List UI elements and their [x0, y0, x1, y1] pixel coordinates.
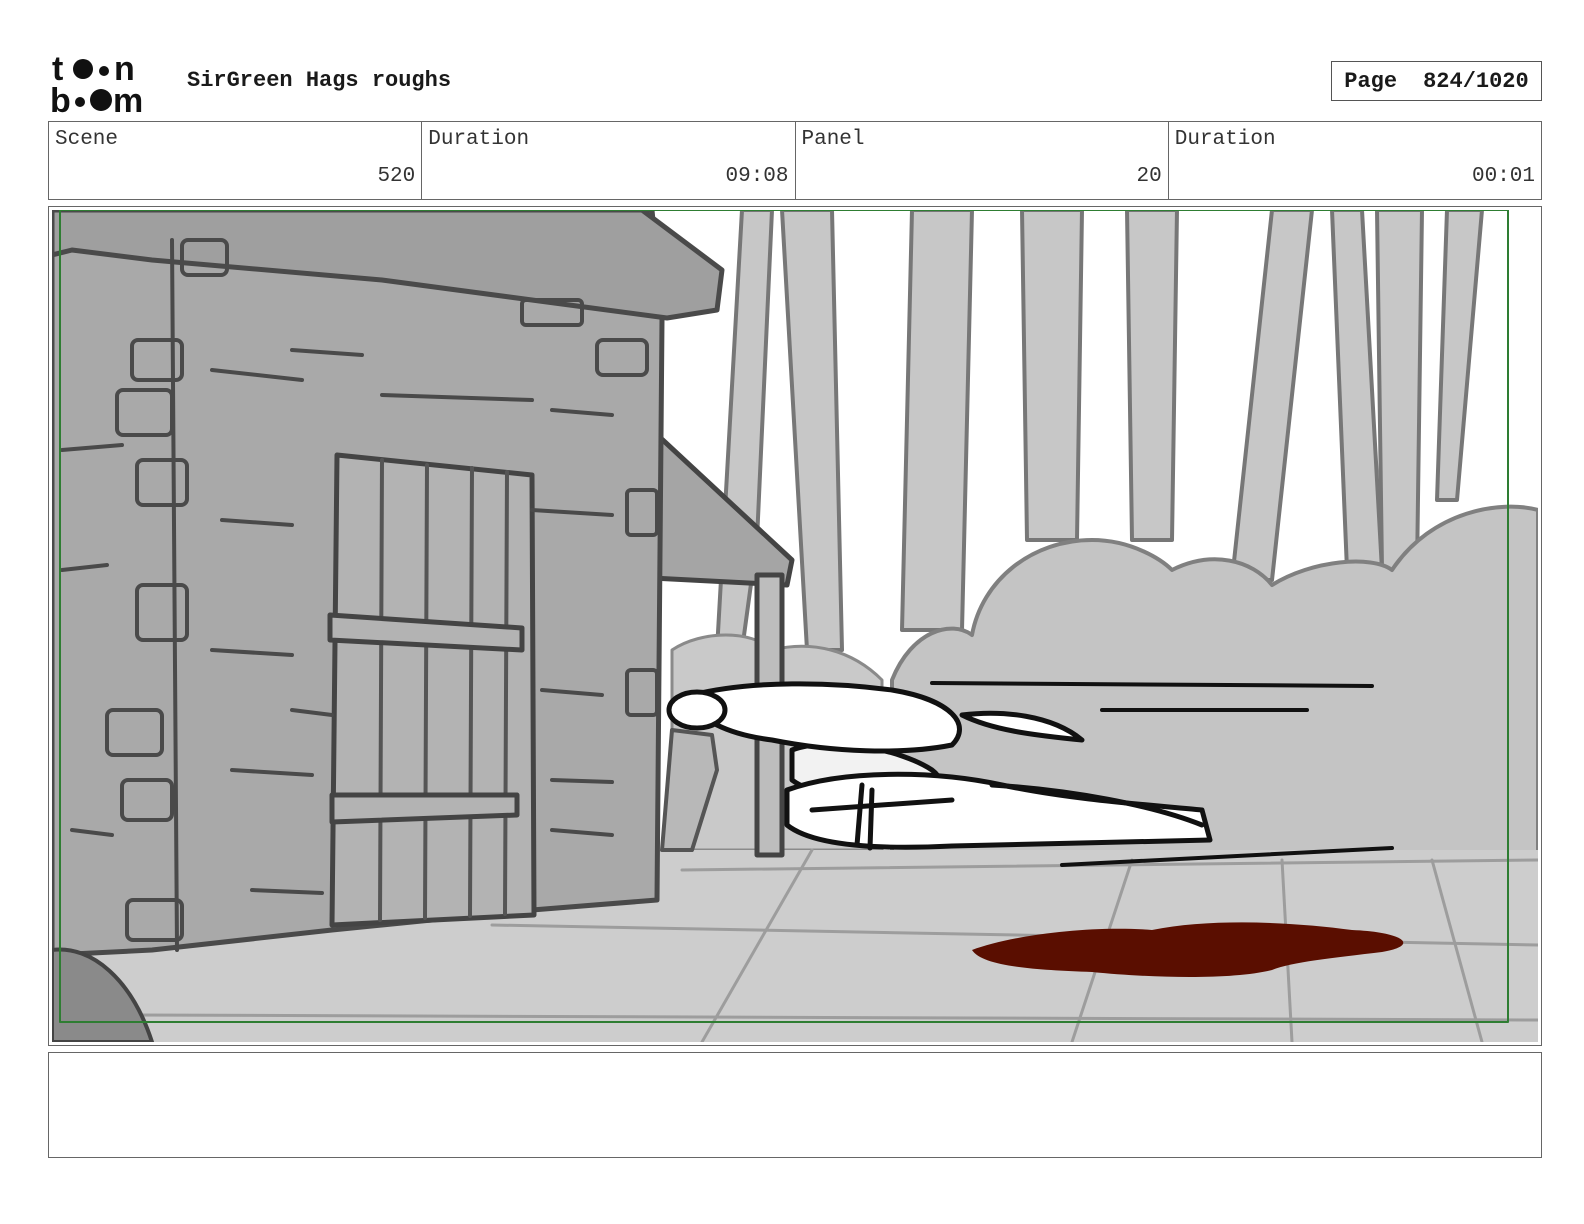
scene-duration-cell: Duration 09:08: [422, 122, 796, 199]
panel-label: Panel: [801, 128, 865, 151]
svg-text:b: b: [50, 82, 71, 114]
storyboard-panel-image: [52, 210, 1538, 1042]
page-label: Page: [1344, 68, 1398, 94]
scene-label: Scene: [55, 128, 119, 151]
document-title: SirGreen Hags roughs: [187, 68, 452, 93]
panel-notes-box: [48, 1052, 1542, 1158]
panel-duration-value: 00:01: [1471, 165, 1535, 188]
scene-duration-label: Duration: [428, 128, 530, 151]
scene-cell: Scene 520: [49, 122, 423, 199]
panel-duration-cell: Duration 00:01: [1169, 122, 1541, 199]
panel-cell: Panel 20: [796, 122, 1169, 199]
scene-value: 520: [377, 165, 416, 188]
page-indicator: Page 824/1020: [1331, 61, 1542, 101]
svg-text:m: m: [113, 82, 143, 114]
scene-duration-value: 09:08: [725, 165, 789, 188]
toon-boom-logo: t n b m: [50, 50, 143, 114]
panel-duration-label: Duration: [1174, 128, 1276, 151]
panel-value: 20: [1136, 165, 1162, 188]
scene-info-row: Scene 520 Duration 09:08 Panel 20 Durati…: [48, 121, 1542, 200]
page-number: 824/1020: [1423, 68, 1529, 94]
shed-door: [327, 452, 537, 928]
